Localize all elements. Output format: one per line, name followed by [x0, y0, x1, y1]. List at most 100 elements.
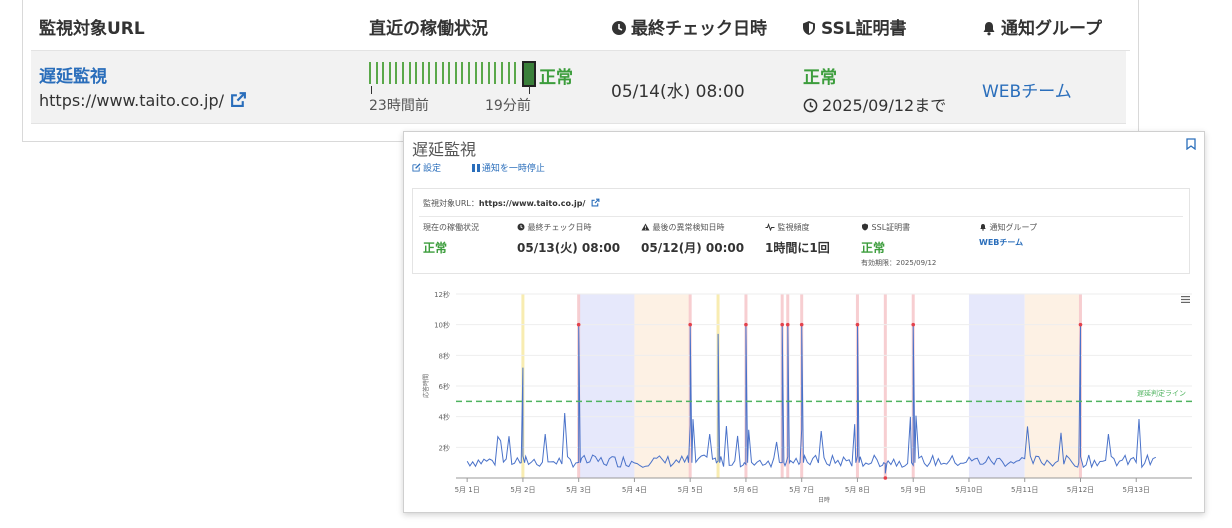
x-tick-label: 5月 1日	[455, 486, 480, 494]
uptime-tick	[501, 62, 503, 84]
x-tick-label: 5月 3日	[566, 486, 591, 494]
monitor-url: https://www.taito.co.jp/	[39, 91, 247, 110]
y-tick-label: 4秒	[439, 413, 450, 422]
uptime-tick	[448, 62, 451, 84]
uptime-tick	[402, 62, 404, 84]
uptime-tick	[382, 62, 385, 84]
last-error-label-text: 最後の異常検知日時	[652, 223, 725, 232]
detail-url: https://www.taito.co.jp/	[478, 199, 586, 208]
response-time-chart: 2秒 4秒 6秒 8秒 10秒 12秒 5月 1日 5月 2日 5月 3日 5月 4日 5月 5日 5…	[422, 290, 1192, 504]
shield-icon	[803, 21, 815, 35]
frequency-value: 1時間に1回	[765, 241, 830, 255]
x-tick-label: 5月10日	[955, 486, 982, 494]
uptime-tick	[388, 62, 391, 84]
external-link-icon[interactable]	[591, 198, 600, 207]
external-link-icon[interactable]	[230, 91, 247, 108]
y-tick-label: 8秒	[439, 351, 450, 360]
x-tick-label: 5月11日	[1011, 486, 1038, 494]
x-tick-label: 5月 5日	[678, 486, 703, 494]
monitor-name-link[interactable]: 遅延監視	[39, 62, 107, 87]
monitor-url-text: https://www.taito.co.jp/	[39, 91, 224, 110]
uptime-tick	[375, 62, 378, 84]
header-url: 監視対象URL	[39, 19, 145, 39]
ssl-col: SSL証明書 正常 有効期限：2025/09/12	[861, 222, 936, 268]
current-status-label: 現在の稼働状況	[423, 223, 479, 232]
uptime-axis-end	[529, 86, 530, 94]
monitor-detail-panel: 遅延監視 設定 通知を一時停止 監視対象URL：https://www.tait…	[403, 131, 1205, 513]
frequency-label: 監視頻度	[765, 222, 830, 233]
shield-icon	[862, 223, 868, 231]
clock-icon	[612, 21, 626, 35]
error-point	[1078, 322, 1083, 327]
group-label: 通知グループ	[979, 222, 1037, 233]
last-check-col: 最終チェック日時 05/13(火) 08:00	[517, 222, 620, 256]
uptime-tick	[487, 62, 490, 84]
y-axis-label: 応答時間	[422, 374, 430, 398]
detail-url-row: 監視対象URL：https://www.taito.co.jp/	[423, 198, 600, 209]
y-tick-label: 2秒	[439, 443, 450, 452]
detail-title: 遅延監視	[412, 140, 477, 159]
ssl-label-text: SSL証明書	[871, 223, 911, 232]
last-check-detail-value: 05/13(火) 08:00	[517, 241, 621, 255]
bell-icon	[983, 22, 995, 36]
group-col: 通知グループ WEBチーム	[979, 222, 1037, 248]
detail-info-box: 監視対象URL：https://www.taito.co.jp/ 現在の稼働状況…	[412, 188, 1190, 274]
edit-icon	[412, 163, 421, 172]
chart-menu-icon[interactable]	[1181, 296, 1190, 303]
uptime-tick	[408, 62, 411, 84]
monitor-table: 監視対象URL 直近の稼働状況 最終チェック日時 SSL証明書 通知グループ 遅…	[22, 0, 1139, 142]
bell-icon	[980, 224, 986, 231]
last-check-label: 最終チェック日時	[517, 222, 620, 233]
ssl-expiry-text: 2025/09/12まで	[822, 96, 947, 115]
y-tick-label: 10秒	[434, 321, 450, 330]
ssl-label: SSL証明書	[861, 222, 936, 233]
group-detail-link[interactable]: WEBチーム	[979, 237, 1037, 248]
x-tick-label: 5月12日	[1067, 486, 1094, 494]
error-point	[911, 322, 916, 327]
header-last-check: 最終チェック日時	[611, 14, 767, 39]
last-check-value: 05/14(水) 08:00	[611, 82, 745, 102]
detail-url-label: 監視対象URL：	[423, 199, 479, 208]
uptime-tick	[369, 62, 371, 84]
x-axis-label: 日時	[818, 496, 830, 504]
settings-button[interactable]: 設定	[412, 163, 455, 174]
uptime-tick	[421, 62, 424, 84]
threshold-label: 遅延判定ライン	[1137, 388, 1186, 397]
group-link[interactable]: WEBチーム	[982, 77, 1072, 102]
pause-notification-button[interactable]: 通知を一時停止	[471, 164, 559, 174]
detail-actions: 設定 通知を一時停止	[412, 161, 573, 174]
header-last-check-label: 最終チェック日時	[631, 19, 767, 39]
error-point	[785, 322, 790, 327]
uptime-axis-start	[371, 86, 372, 94]
frequency-col: 監視頻度 1時間に1回	[765, 222, 830, 256]
settings-label: 設定	[423, 164, 442, 174]
x-tick-label: 5月 2日	[510, 486, 535, 494]
uptime-to-label: 19分前	[485, 98, 531, 114]
error-point	[744, 322, 748, 327]
uptime-tick	[468, 62, 470, 84]
header-group-label: 通知グループ	[1001, 19, 1102, 39]
ssl-expiry: 2025/09/12まで	[803, 92, 946, 116]
ssl-status: 正常	[803, 68, 837, 88]
y-tick-label: 12秒	[434, 290, 450, 299]
row-divider	[31, 123, 1126, 124]
last-check-label-text: 最終チェック日時	[527, 223, 592, 232]
uptime-tick	[507, 62, 510, 84]
x-tick-label: 5月 8日	[845, 486, 870, 494]
uptime-tick	[514, 62, 517, 84]
uptime-tick	[481, 62, 484, 84]
uptime-tick	[395, 62, 398, 84]
header-uptime: 直近の稼働状況	[369, 19, 488, 39]
error-point	[688, 322, 692, 327]
last-error-label: 最後の異常検知日時	[641, 222, 744, 233]
uptime-tick	[428, 62, 431, 84]
x-tick-label: 5月 6日	[733, 486, 758, 494]
x-tick-label: 5月 9日	[901, 486, 926, 494]
current-status-value: 正常	[423, 241, 448, 255]
uptime-tick-latest[interactable]	[522, 61, 536, 87]
pause-label: 通知を一時停止	[481, 164, 545, 174]
bookmark-icon[interactable]	[1186, 138, 1196, 150]
last-error-col: 最後の異常検知日時 05/12(月) 00:00	[641, 222, 744, 256]
ssl-detail-expiry: 有効期限：2025/09/12	[861, 259, 937, 267]
uptime-from-label: 23時間前	[369, 98, 429, 114]
